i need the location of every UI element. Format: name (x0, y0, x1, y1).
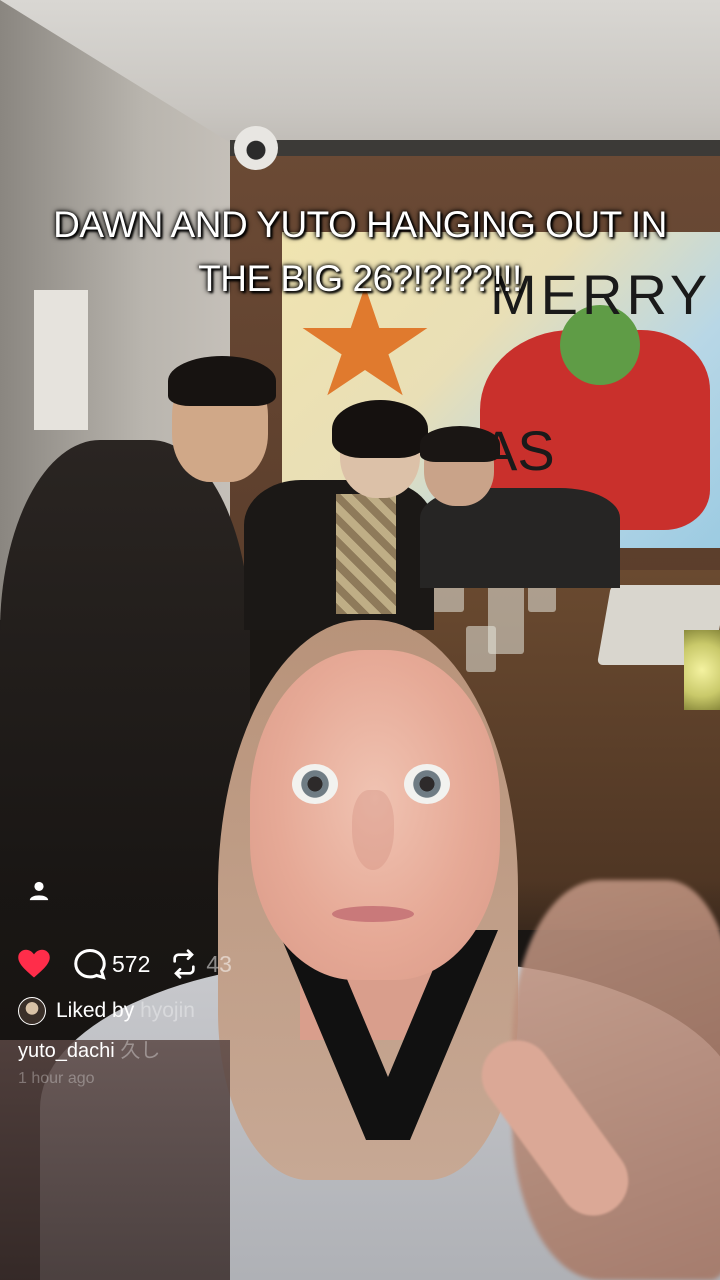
liked-by-user[interactable]: hyojin (140, 999, 195, 1022)
caption-text: 久し (120, 1040, 161, 1062)
post-actions-bar: 572 43 (16, 944, 232, 984)
video-screen[interactable]: MERRY AS DAWN AND YUTO HANGING OUT IN TH… (0, 0, 720, 1280)
repost-icon[interactable] (168, 948, 200, 980)
post-caption: yuto_dachi 久し (18, 1034, 160, 1063)
liker-avatar (18, 997, 46, 1025)
ceiling-trim (230, 140, 720, 156)
video-caption: DAWN AND YUTO HANGING OUT IN THE BIG 26?… (0, 198, 720, 306)
person-middle-scarf (336, 494, 396, 614)
caption-line-2: THE BIG 26?!?!??!!! (198, 258, 522, 299)
profile-icon[interactable] (28, 880, 50, 902)
liked-by-label: Liked by (56, 999, 135, 1022)
post-timestamp: 1 hour ago (18, 1070, 95, 1087)
person-left-jacket (0, 440, 250, 920)
table-lamp (684, 630, 720, 710)
person-middle-hair (332, 400, 428, 458)
selfie-eye-right (404, 764, 450, 804)
selfie-nose (352, 790, 394, 870)
security-camera (234, 126, 278, 170)
wall-paper-poster (34, 290, 88, 430)
heart-icon[interactable] (16, 946, 52, 982)
comment-icon[interactable] (72, 946, 108, 982)
liked-by-row[interactable]: Liked by hyojin (18, 994, 195, 1028)
person-left-hair (168, 356, 276, 406)
repost-count: 43 (206, 950, 232, 977)
caption-line-1: DAWN AND YUTO HANGING OUT IN (53, 204, 667, 245)
glass (466, 626, 496, 672)
person-right-hair (420, 426, 500, 462)
comment-count: 572 (112, 950, 151, 977)
selfie-mouth (332, 906, 414, 922)
caption-username[interactable]: yuto_dachi (18, 1040, 115, 1062)
selfie-eye-left (292, 764, 338, 804)
liked-by-text: Liked by hyojin (56, 999, 195, 1023)
